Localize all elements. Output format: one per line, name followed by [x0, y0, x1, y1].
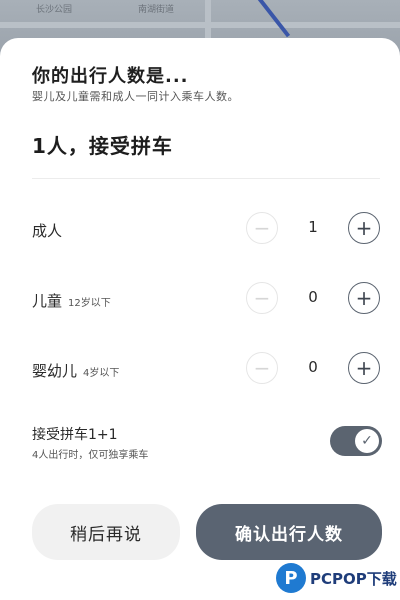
adult-decrement-button[interactable]: − — [246, 212, 278, 244]
infant-decrement-button[interactable]: − — [246, 352, 278, 384]
infant-increment-button[interactable]: + — [348, 352, 380, 384]
adult-increment-button[interactable]: + — [348, 212, 380, 244]
sheet-subtitle: 婴儿及儿童需和成人一同计入乘车人数。 — [32, 90, 239, 103]
sheet-title: 你的出行人数是... — [32, 66, 189, 87]
child-increment-button[interactable]: + — [348, 282, 380, 314]
adult-row: 成人 − 1 + — [32, 212, 380, 246]
infant-label: 婴幼儿 4岁以下 — [32, 362, 120, 380]
check-icon: ✓ — [355, 429, 379, 453]
pcpop-logo-icon: P — [276, 563, 306, 593]
infant-age-note: 4岁以下 — [83, 368, 120, 379]
passenger-count-sheet: 你的出行人数是... 婴儿及儿童需和成人一同计入乘车人数。 1人，接受拼车 成人… — [0, 38, 400, 600]
adult-count: 1 — [308, 218, 318, 236]
child-age-note: 12岁以下 — [68, 298, 111, 309]
confirm-passengers-button[interactable]: 确认出行人数 — [196, 504, 382, 560]
child-decrement-button[interactable]: − — [246, 282, 278, 314]
child-row: 儿童 12岁以下 − 0 + — [32, 282, 380, 316]
infant-row: 婴幼儿 4岁以下 − 0 + — [32, 352, 380, 386]
adult-label: 成人 — [32, 222, 63, 240]
map-label: 长沙公园 — [36, 5, 73, 15]
carpool-toggle[interactable]: ✓ — [330, 426, 382, 456]
map-label: 南湖街道 — [138, 5, 175, 15]
carpool-label: 接受拼车1+1 — [32, 427, 118, 443]
passenger-summary: 1人，接受拼车 — [32, 134, 173, 158]
child-label: 儿童 12岁以下 — [32, 292, 111, 310]
map-route — [250, 0, 291, 38]
watermark: P PCPOP下载 — [276, 560, 397, 596]
map-road — [0, 22, 400, 28]
watermark-text: PCPOP下载 — [310, 569, 397, 588]
carpool-note: 4人出行时，仅可独享乘车 — [32, 450, 149, 461]
infant-count: 0 — [308, 358, 318, 376]
child-count: 0 — [308, 288, 318, 306]
divider — [32, 178, 380, 179]
later-button[interactable]: 稍后再说 — [32, 504, 180, 560]
